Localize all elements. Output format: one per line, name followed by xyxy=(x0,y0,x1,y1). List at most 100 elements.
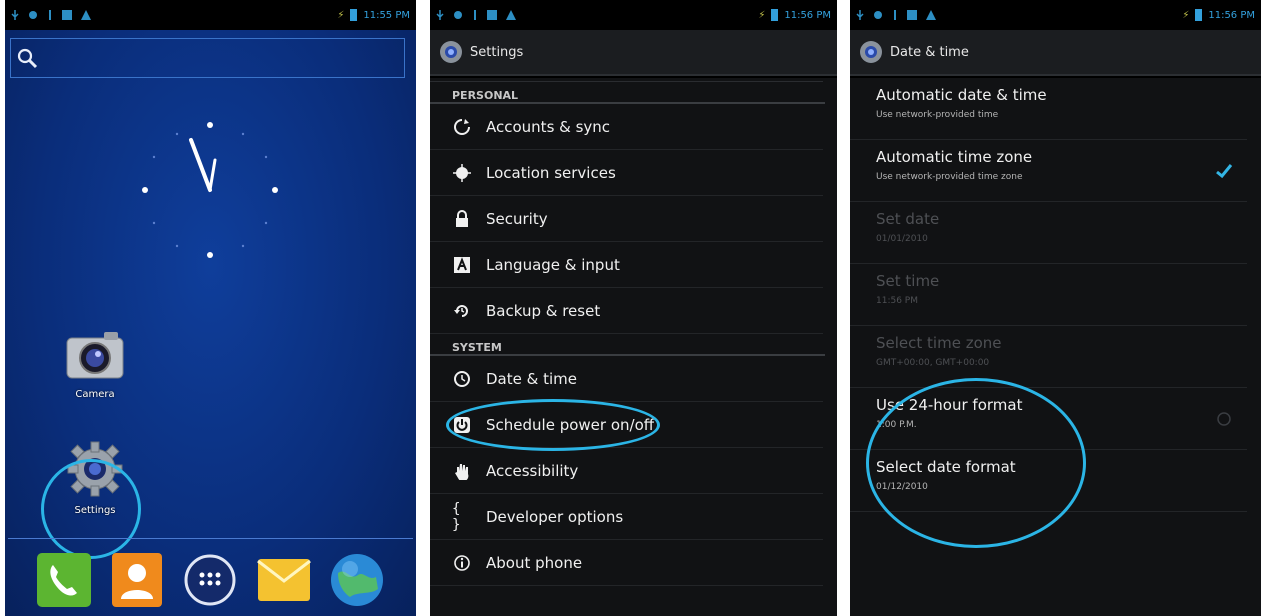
sync-icon xyxy=(452,117,472,137)
android-debug-icon xyxy=(29,11,37,19)
settings-list: PERSONAL Accounts & sync Location servic… xyxy=(430,78,837,616)
warning-icon xyxy=(926,10,936,20)
battery-icon xyxy=(771,9,779,21)
status-bar: ⚡ 11:55 PM xyxy=(5,0,416,30)
contacts-icon[interactable] xyxy=(108,551,166,609)
status-bar: ⚡ 11:56 PM xyxy=(850,0,1261,30)
hand-icon xyxy=(452,461,472,481)
dock-app-drawer[interactable] xyxy=(180,550,240,610)
pref-summary: 11:56 PM xyxy=(876,296,918,306)
settings-item-security[interactable]: Security xyxy=(430,196,823,242)
settings-item-label: Backup & reset xyxy=(486,301,601,320)
settings-item-label: Location services xyxy=(486,163,616,182)
braces-icon: { } xyxy=(452,500,461,533)
android-debug-icon xyxy=(454,11,462,19)
email-icon[interactable] xyxy=(255,551,313,609)
settings-panel: ⚡ 11:56 PM Settings PERSONAL Accounts & … xyxy=(430,0,837,616)
home-wallpaper: Camera Settings xyxy=(5,30,416,616)
pref-title: Select time zone xyxy=(876,334,1002,352)
status-time: 11:56 PM xyxy=(1208,9,1255,21)
settings-gear-icon[interactable] xyxy=(438,39,464,65)
pref-title: Set time xyxy=(876,272,940,290)
status-bar: ⚡ 11:56 PM xyxy=(430,0,837,30)
browser-icon[interactable] xyxy=(328,551,386,609)
notification-icon xyxy=(474,10,476,20)
battery-icon xyxy=(1195,9,1203,21)
notification-icon xyxy=(49,10,51,20)
pref-summary: 01/12/2010 xyxy=(876,482,928,492)
pref-summary: Use network-provided time zone xyxy=(876,172,1023,182)
warning-icon xyxy=(506,10,516,20)
dock-phone[interactable] xyxy=(34,550,94,610)
pref-set-date: Set date 01/01/2010 xyxy=(850,202,1247,264)
date-time-panel: ⚡ 11:56 PM Date & time Automatic date & … xyxy=(850,0,1261,616)
settings-item-accounts-sync[interactable]: Accounts & sync xyxy=(430,104,823,150)
pref-title: Use 24-hour format xyxy=(876,396,1023,414)
settings-item-label: Security xyxy=(486,209,548,228)
app-camera[interactable]: Camera xyxy=(45,330,145,400)
info-icon xyxy=(452,553,472,573)
page-title: Date & time xyxy=(890,44,969,60)
settings-item-label: Accounts & sync xyxy=(486,117,611,136)
usb-icon xyxy=(856,10,864,20)
charging-icon: ⚡ xyxy=(337,9,345,21)
settings-item-label: Date & time xyxy=(486,369,577,388)
image-icon xyxy=(907,10,917,20)
home-screen-panel: ⚡ 11:55 PM Camera Settings xyxy=(5,0,416,616)
app-settings[interactable]: Settings xyxy=(45,440,145,516)
settings-gear-icon[interactable] xyxy=(858,39,884,65)
search-icon[interactable] xyxy=(16,47,38,69)
status-time: 11:56 PM xyxy=(784,9,831,21)
checkbox-unchecked[interactable] xyxy=(1215,410,1233,428)
dock-contacts[interactable] xyxy=(107,550,167,610)
settings-item-backup-reset[interactable]: Backup & reset xyxy=(430,288,823,334)
search-bar[interactable] xyxy=(10,38,405,78)
pref-select-time-zone: Select time zone GMT+00:00, GMT+00:00 xyxy=(850,326,1247,388)
usb-icon xyxy=(436,10,444,20)
settings-item-language-input[interactable]: Language & input xyxy=(430,242,823,288)
warning-icon xyxy=(81,10,91,20)
action-bar: Settings xyxy=(430,30,837,76)
gear-icon[interactable] xyxy=(66,440,124,498)
app-label: Camera xyxy=(75,389,115,400)
pref-automatic-time-zone[interactable]: Automatic time zone Use network-provided … xyxy=(850,140,1247,202)
app-drawer-icon[interactable] xyxy=(181,551,239,609)
usb-icon xyxy=(11,10,19,20)
android-debug-icon xyxy=(874,11,882,19)
settings-item-label: About phone xyxy=(486,553,583,572)
pref-summary: 1:00 P.M. xyxy=(876,420,917,430)
phone-icon[interactable] xyxy=(35,551,93,609)
backup-icon xyxy=(452,301,472,321)
pref-summary: Use network-provided time xyxy=(876,110,999,120)
settings-item-label: Language & input xyxy=(486,255,620,274)
notification-icons xyxy=(11,10,91,20)
settings-item-accessibility[interactable]: Accessibility xyxy=(430,448,823,494)
dock-browser[interactable] xyxy=(327,550,387,610)
settings-item-label: Developer options xyxy=(486,507,624,526)
checkbox-checked[interactable] xyxy=(1215,162,1233,180)
camera-icon[interactable] xyxy=(64,330,126,382)
settings-item-about-phone[interactable]: About phone xyxy=(430,540,823,586)
settings-item-label: Schedule power on/off xyxy=(486,415,655,434)
dock-email[interactable] xyxy=(254,550,314,610)
pref-automatic-date-time[interactable]: Automatic date & time Use network-provide… xyxy=(850,78,1247,140)
settings-item-date-time[interactable]: Date & time xyxy=(430,356,823,402)
page-title: Settings xyxy=(470,44,524,60)
settings-item-location-services[interactable]: Location services xyxy=(430,150,823,196)
settings-item-schedule-power[interactable]: Schedule power on/off xyxy=(430,402,823,448)
image-icon xyxy=(62,10,72,20)
notification-icons xyxy=(436,10,516,20)
dock-divider xyxy=(8,538,413,539)
pref-select-date-format[interactable]: Select date format 01/12/2010 xyxy=(850,450,1247,512)
status-time: 11:55 PM xyxy=(363,9,410,21)
keyboard-icon xyxy=(452,255,472,275)
image-icon xyxy=(487,10,497,20)
settings-item-developer-options[interactable]: { } Developer options xyxy=(430,494,823,540)
notification-icons xyxy=(856,10,936,20)
settings-item-label: Accessibility xyxy=(486,461,579,480)
date-time-list: Automatic date & time Use network-provide… xyxy=(850,78,1261,616)
pref-use-24-hour-format[interactable]: Use 24-hour format 1:00 P.M. xyxy=(850,388,1247,450)
pref-title: Automatic time zone xyxy=(876,148,1033,166)
battery-icon xyxy=(350,9,358,21)
analog-clock-widget[interactable] xyxy=(135,115,285,265)
